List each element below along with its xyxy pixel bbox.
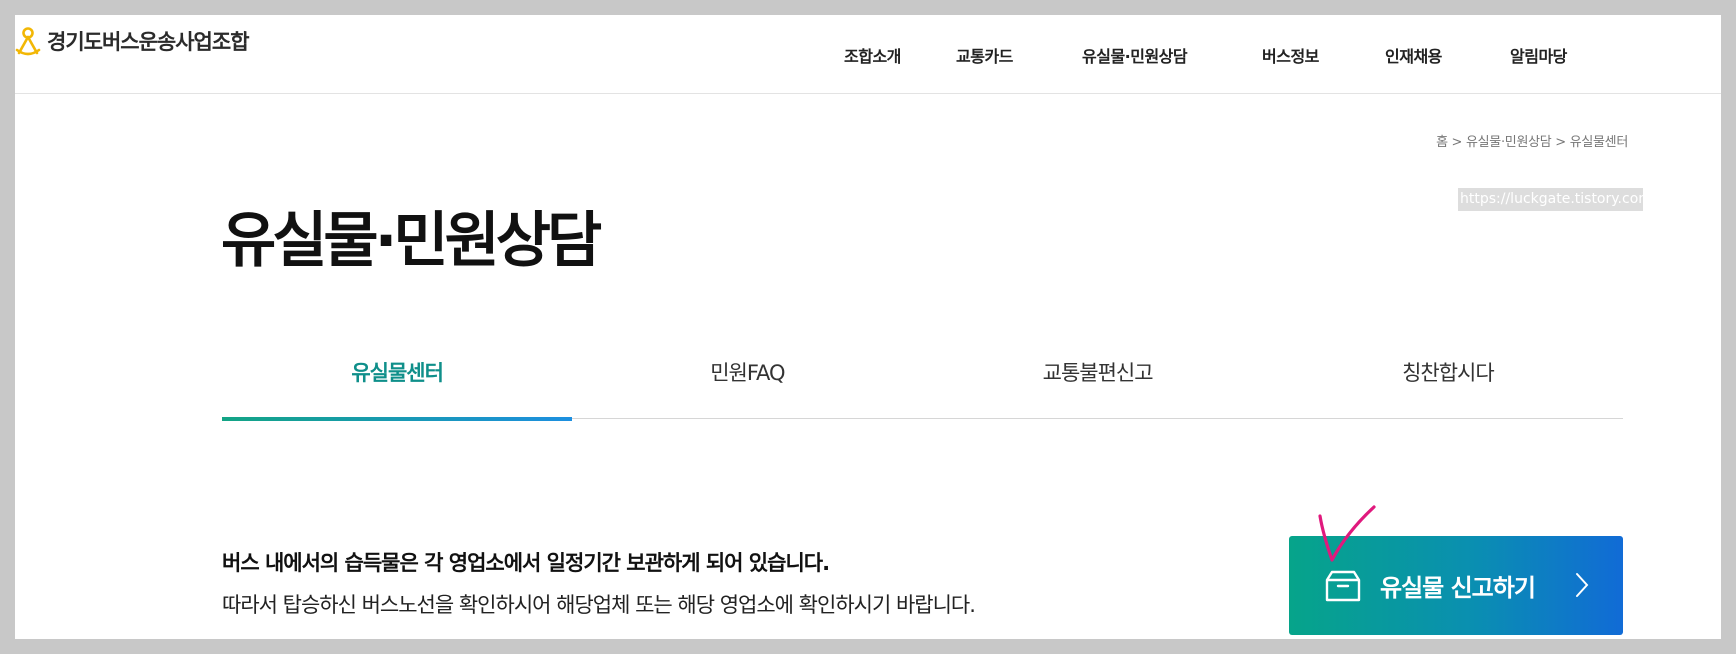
nav-item-lost-and-found[interactable]: 유실물·민원상담	[1082, 43, 1188, 67]
checkmark-annotation-icon	[1318, 505, 1376, 562]
nav-item-bus-info[interactable]: 버스정보	[1262, 43, 1319, 67]
notice-line-1: 버스 내에서의 습득물은 각 영업소에서 일정기간 보관하게 되어 있습니다.	[222, 551, 830, 575]
watermark-text: https://luckgate.tistory.com	[1458, 188, 1652, 211]
main-navigation: 조합소개 교통카드 유실물·민원상담 버스정보 인재채용 알림마당	[15, 43, 1721, 67]
box-icon	[1325, 570, 1361, 602]
tab-faq[interactable]: 민원FAQ	[572, 345, 922, 419]
report-button-label: 유실물 신고하기	[1380, 574, 1536, 602]
notice-line-2: 따라서 탑승하신 버스노선을 확인하시어 해당업체 또는 해당 영업소에 확인하…	[222, 593, 976, 617]
site-header: 경기도버스운송사업조합 조합소개 교통카드 유실물·민원상담 버스정보 인재채용…	[15, 15, 1721, 94]
tab-lost-and-found-center[interactable]: 유실물센터	[222, 345, 573, 421]
tab-compliments[interactable]: 칭찬합시다	[1273, 345, 1623, 419]
nav-item-about[interactable]: 조합소개	[844, 43, 901, 67]
nav-item-transit-card[interactable]: 교통카드	[956, 43, 1013, 67]
chevron-right-icon	[1576, 573, 1589, 597]
page-title: 유실물·민원상담	[221, 206, 602, 276]
breadcrumb: 홈 > 유실물·민원상담 > 유실물센터	[1436, 135, 1628, 150]
nav-item-recruitment[interactable]: 인재채용	[1385, 43, 1442, 67]
sub-tabs: 유실물센터 민원FAQ 교통불편신고 칭찬합시다	[222, 345, 1623, 421]
nav-item-notices[interactable]: 알림마당	[1510, 43, 1567, 67]
browser-viewport: 경기도버스운송사업조합 조합소개 교통카드 유실물·민원상담 버스정보 인재채용…	[15, 15, 1721, 639]
tab-traffic-complaint[interactable]: 교통불편신고	[923, 345, 1273, 419]
lost-item-notice: 버스 내에서의 습득물은 각 영업소에서 일정기간 보관하게 되어 있습니다. …	[222, 547, 976, 619]
